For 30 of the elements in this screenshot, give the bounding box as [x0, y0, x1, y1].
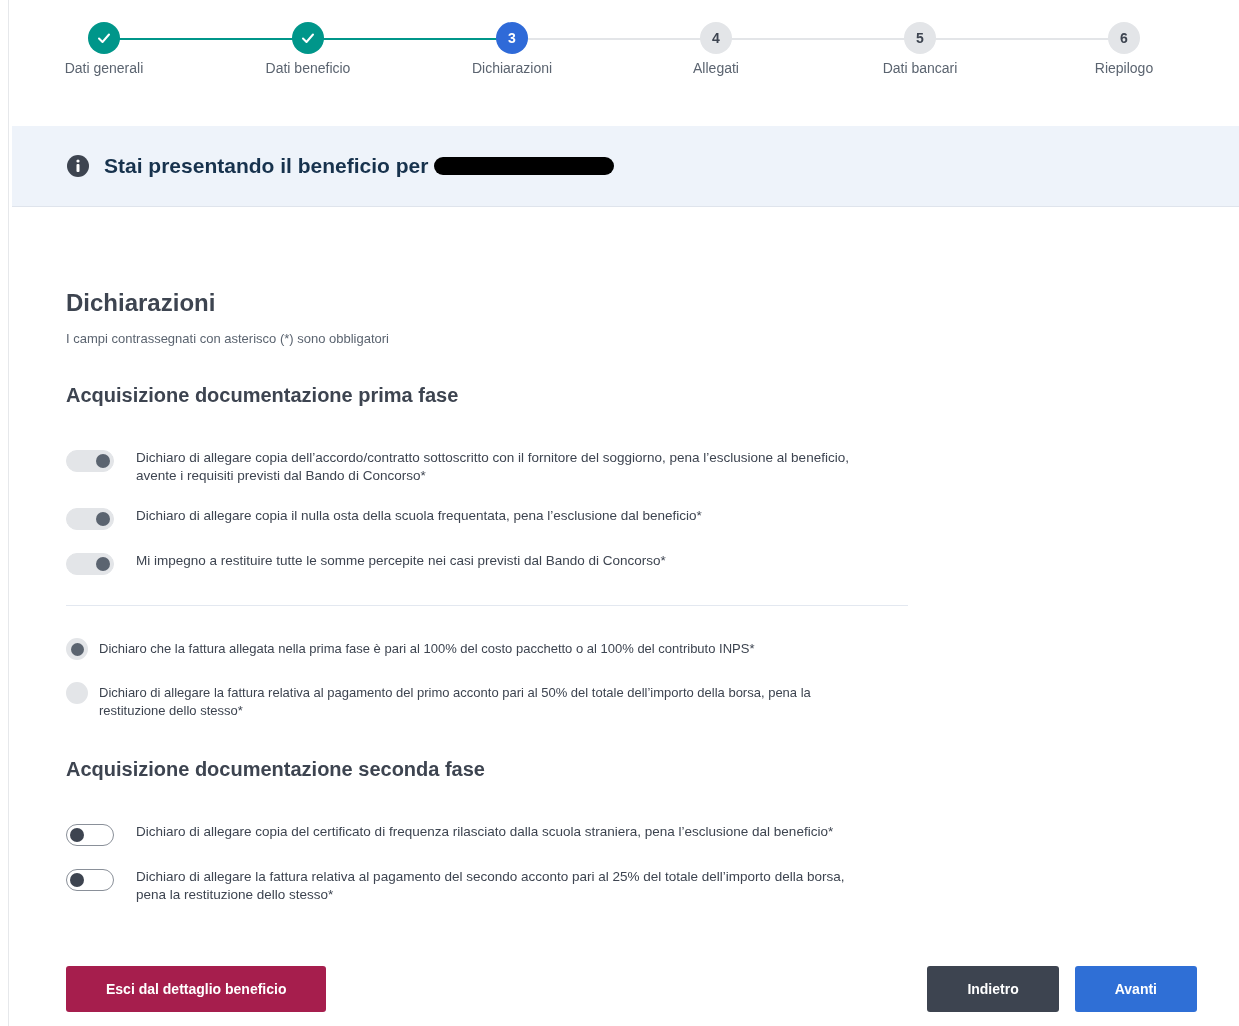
check-icon	[97, 31, 111, 45]
page-title: Dichiarazioni	[66, 289, 217, 317]
back-button[interactable]: Indietro	[927, 966, 1059, 1012]
toggle-switch[interactable]	[66, 824, 114, 846]
step-label: Dati generali	[64, 60, 144, 76]
next-button[interactable]: Avanti	[1074, 966, 1197, 1012]
toggle-switch[interactable]	[66, 869, 114, 891]
required-note: I campi contrassegnati con asterisco (*) sono obbligatori	[66, 331, 390, 346]
step-indicator: 6	[1108, 22, 1140, 54]
toggle-label: Dichiaro di allegare copia dell’accordo/contratto sottoscritto con il fornitore del soggiorno, pena l’esclusione al beneficio, avente i requisiti previsti dal Bando di Concorso*	[136, 449, 850, 485]
step-indicator: 3	[496, 22, 528, 54]
exit-button[interactable]: Esci dal dettaglio beneficio	[66, 966, 327, 1012]
radio-label: Dichiaro di allegare la fattura relativa al pagamento del primo acconto pari al 50% del totale dell’importo della borsa, pena la restituzione dello stesso*	[99, 684, 812, 720]
step-label: Dati beneficio	[265, 60, 351, 76]
toggle-label: Mi impegno a restituire tutte le somme percepite nei casi previsti dal Bando di Concorso*	[136, 552, 667, 570]
section-heading: Acquisizione documentazione prima fase	[66, 384, 460, 407]
toggle-label: Dichiaro di allegare copia il nulla osta della scuola frequentata, pena l’esclusione dal beneficio*	[136, 507, 703, 525]
banner-text: Stai presentando il beneficio per	[104, 154, 429, 178]
info-icon	[66, 154, 90, 178]
step-label: Riepilogo	[1094, 60, 1154, 76]
step-indicator: 4	[700, 22, 732, 54]
radio-label: Dichiaro che la fattura allegata nella prima fase è pari al 100% del costo pacchetto o al 100% del contributo INPS*	[99, 640, 756, 658]
step-indicator: 5	[904, 22, 936, 54]
check-icon	[301, 31, 315, 45]
step-label: Allegati	[693, 60, 739, 76]
section-heading: Acquisizione documentazione seconda fase	[66, 758, 486, 781]
step-label: Dichiarazioni	[471, 60, 553, 76]
toggle-label: Dichiaro di allegare copia del certificato di frequenza rilasciato dalla scuola straniera, pena l’esclusione dal beneficio*	[136, 823, 835, 841]
step-label: Dati bancari	[882, 60, 958, 76]
toggle-label: Dichiaro di allegare la fattura relativa al pagamento del secondo acconto pari al 25% del totale dell’importo della borsa, pena la restituzione dello stesso*	[136, 868, 846, 904]
